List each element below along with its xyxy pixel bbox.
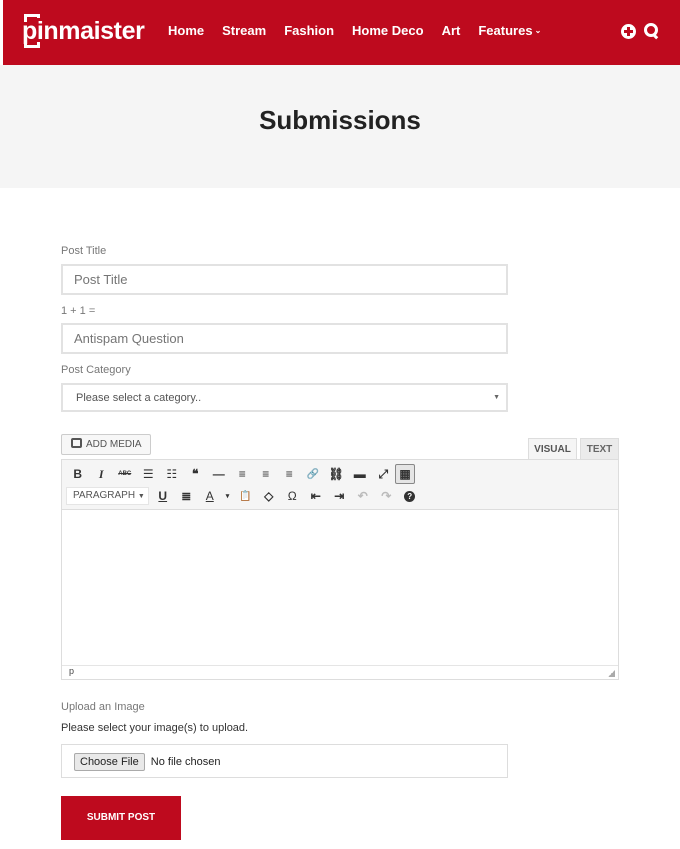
- toolbar-row-1: B I ABC ☰ ☷ ❝ — ≡ ≡ ≡ 🔗 ⛓ ▬ ⤢ ▦: [66, 464, 415, 484]
- title-band: Submissions: [0, 65, 680, 188]
- nav-stream[interactable]: Stream: [222, 23, 266, 39]
- tab-visual[interactable]: VISUAL: [528, 438, 577, 460]
- format-select-value: PARAGRAPH: [73, 490, 136, 501]
- logo[interactable]: pinmaister: [22, 14, 145, 48]
- editor-statusbar: p: [62, 665, 618, 679]
- clear-formatting-icon[interactable]: ◇: [257, 486, 281, 506]
- horizontal-line-icon[interactable]: —: [207, 464, 231, 484]
- site-header: pinmaister Home Stream Fashion Home Deco…: [3, 0, 680, 65]
- upload-help-text: Please select your image(s) to upload.: [61, 722, 249, 734]
- upload-label: Upload an Image: [61, 701, 145, 713]
- file-status: No file chosen: [150, 756, 221, 768]
- help-icon-glyph: ?: [404, 490, 416, 502]
- align-right-icon[interactable]: ≡: [278, 464, 302, 484]
- category-label: Post Category: [61, 364, 131, 376]
- nav-home-deco[interactable]: Home Deco: [352, 23, 424, 39]
- tab-text[interactable]: TEXT: [580, 438, 619, 460]
- bold-icon[interactable]: B: [66, 464, 90, 484]
- unlink-icon[interactable]: ⛓: [325, 464, 349, 484]
- add-media-button[interactable]: ADD MEDIA: [61, 434, 151, 455]
- justify-icon[interactable]: ≣: [175, 486, 199, 506]
- editor-toolbar: B I ABC ☰ ☷ ❝ — ≡ ≡ ≡ 🔗 ⛓ ▬ ⤢ ▦ PARAGRAP…: [62, 460, 618, 510]
- link-icon[interactable]: 🔗: [301, 464, 325, 484]
- nav-fashion[interactable]: Fashion: [284, 23, 334, 39]
- blockquote-icon[interactable]: ❝: [184, 464, 208, 484]
- media-icon: [71, 438, 82, 448]
- redo-icon[interactable]: ↷: [375, 486, 399, 506]
- nav-features-label: Features: [478, 23, 533, 38]
- undo-icon[interactable]: ↶: [351, 486, 375, 506]
- nav-features[interactable]: Features ⌄: [478, 23, 541, 39]
- paste-text-icon[interactable]: 📋: [234, 486, 258, 506]
- toolbar-toggle-icon[interactable]: ▦: [395, 464, 415, 484]
- strikethrough-icon[interactable]: ABC: [113, 464, 137, 484]
- align-left-icon[interactable]: ≡: [231, 464, 255, 484]
- dropdown-arrow-icon: ▼: [137, 493, 145, 500]
- add-media-label: ADD MEDIA: [86, 439, 142, 450]
- indent-icon[interactable]: ⇥: [328, 486, 352, 506]
- resize-handle[interactable]: [608, 670, 615, 677]
- file-input: Choose File No file chosen: [61, 744, 508, 778]
- help-icon[interactable]: ?: [398, 486, 422, 506]
- category-selected: Please select a category..: [76, 392, 202, 404]
- page-title: Submissions: [259, 105, 421, 135]
- nav-art[interactable]: Art: [442, 23, 461, 39]
- antispam-input[interactable]: [61, 323, 508, 354]
- logo-bracket-bottom: [24, 42, 40, 48]
- choose-file-button[interactable]: Choose File: [74, 753, 145, 771]
- logo-text: pinmaister: [22, 17, 145, 45]
- align-center-icon[interactable]: ≡: [254, 464, 278, 484]
- main-nav: Home Stream Fashion Home Deco Art Featur…: [168, 23, 559, 39]
- format-select[interactable]: PARAGRAPH ▼: [66, 487, 149, 505]
- outdent-icon[interactable]: ⇤: [304, 486, 328, 506]
- submit-post-button[interactable]: SUBMIT POST: [61, 796, 181, 840]
- underline-icon[interactable]: U: [151, 486, 175, 506]
- header-actions: [621, 23, 660, 39]
- special-character-icon[interactable]: Ω: [281, 486, 305, 506]
- post-title-label: Post Title: [61, 245, 107, 257]
- numbered-list-icon[interactable]: ☷: [160, 464, 184, 484]
- text-color-icon[interactable]: A: [198, 486, 222, 506]
- element-path[interactable]: p: [69, 666, 74, 676]
- nav-home[interactable]: Home: [168, 23, 204, 39]
- category-select[interactable]: Please select a category.. ▼: [61, 383, 508, 412]
- bullet-list-icon[interactable]: ☰: [137, 464, 161, 484]
- toolbar-row-2: PARAGRAPH ▼ U ≣ A ▾ 📋 ◇ Ω ⇤ ⇥ ↶ ↷ ?: [66, 486, 422, 506]
- post-title-input[interactable]: [61, 264, 508, 295]
- dropdown-arrow-icon: ▼: [493, 394, 500, 401]
- chevron-down-icon: ⌄: [534, 26, 542, 35]
- text-color-dropdown-icon[interactable]: ▾: [222, 486, 234, 506]
- antispam-label: 1 + 1 =: [61, 305, 96, 317]
- read-more-icon[interactable]: ▬: [348, 464, 372, 484]
- plus-circle-icon[interactable]: [621, 23, 636, 39]
- fullscreen-icon[interactable]: ⤢: [372, 464, 396, 484]
- search-icon[interactable]: [644, 23, 660, 39]
- editor-content-area[interactable]: [62, 510, 618, 665]
- italic-icon[interactable]: I: [90, 464, 114, 484]
- rich-text-editor: B I ABC ☰ ☷ ❝ — ≡ ≡ ≡ 🔗 ⛓ ▬ ⤢ ▦ PARAGRAP…: [61, 459, 619, 680]
